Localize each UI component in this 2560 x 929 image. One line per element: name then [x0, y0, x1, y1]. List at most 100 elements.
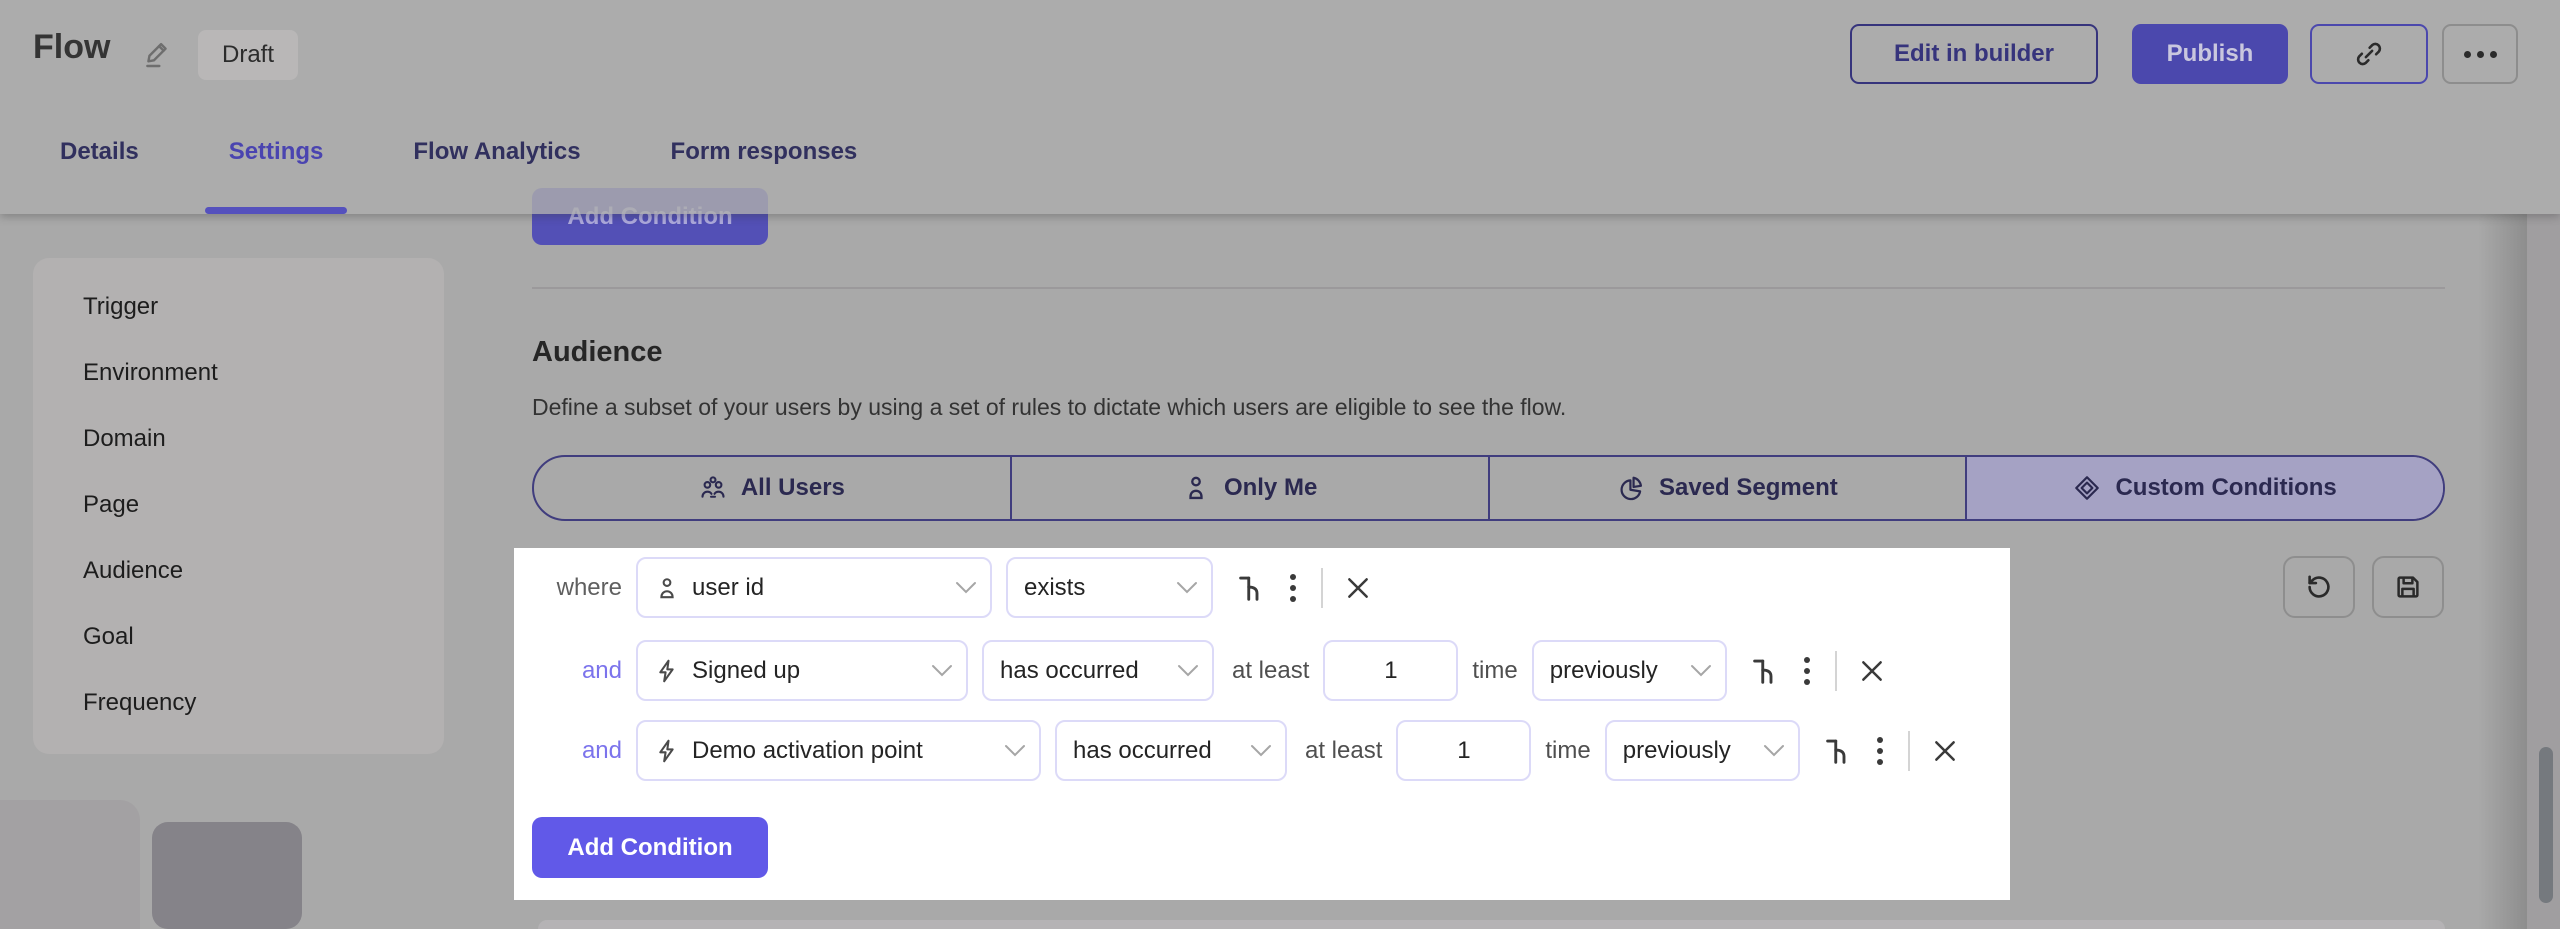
tab-details[interactable]: Details — [60, 128, 139, 214]
unit-label: time — [1472, 657, 1517, 685]
condition-prefix: where — [543, 574, 636, 602]
group-condition-icon[interactable] — [1235, 573, 1265, 603]
event-dropdown[interactable]: Demo activation point — [636, 720, 1041, 781]
timeframe-dropdown[interactable]: previously — [1605, 720, 1800, 781]
delete-condition-icon[interactable] — [1932, 738, 1958, 764]
publish-button[interactable]: Publish — [2132, 24, 2288, 84]
quantifier-label: at least — [1232, 657, 1309, 685]
operator-dropdown[interactable]: has occurred — [982, 640, 1214, 701]
segment-label: Custom Conditions — [2115, 474, 2336, 502]
dropdown-value: Signed up — [692, 657, 800, 685]
audience-heading: Audience — [532, 336, 663, 369]
edit-in-builder-button[interactable]: Edit in builder — [1850, 24, 2098, 84]
dropdown-value: has occurred — [1073, 737, 1212, 765]
row-tools — [1235, 568, 1371, 608]
sidebar-item-page[interactable]: Page — [33, 472, 444, 538]
segment-custom-conditions[interactable]: Custom Conditions — [1965, 457, 2443, 519]
app-window: Add Condition Trigger Environment Domain… — [0, 0, 2560, 929]
save-icon — [2393, 572, 2423, 602]
tools-divider — [1835, 651, 1837, 691]
chevron-down-icon — [1690, 664, 1712, 678]
page-header: Flow Draft Edit in builder Publish Detai… — [0, 0, 2560, 214]
chevron-down-icon — [1176, 581, 1198, 595]
segment-saved-segment[interactable]: Saved Segment — [1488, 457, 1966, 519]
edit-title-pencil-icon[interactable] — [142, 38, 174, 70]
segment-label: All Users — [741, 474, 845, 502]
sidebar-item-frequency[interactable]: Frequency — [33, 670, 444, 736]
status-badge: Draft — [198, 30, 298, 80]
group-condition-icon[interactable] — [1822, 736, 1852, 766]
tab-flow-analytics[interactable]: Flow Analytics — [413, 128, 580, 214]
nested-diamond-icon — [2073, 474, 2101, 502]
page-title: Flow — [33, 28, 110, 67]
chevron-down-icon — [955, 581, 977, 595]
chevron-down-icon — [931, 664, 953, 678]
dropdown-value: previously — [1623, 737, 1731, 765]
dropdown-value: user id — [692, 574, 764, 602]
ellipsis-icon — [2464, 51, 2471, 58]
tab-settings[interactable]: Settings — [229, 128, 324, 214]
condition-row: and Signed up has occurred at least time… — [543, 640, 1885, 701]
delete-condition-icon[interactable] — [1345, 575, 1371, 601]
settings-sidebar: Trigger Environment Domain Page Audience… — [33, 258, 444, 754]
group-condition-icon[interactable] — [1749, 656, 1779, 686]
dropdown-value: has occurred — [1000, 657, 1139, 685]
tools-divider — [1908, 731, 1910, 771]
chevron-down-icon — [1763, 744, 1785, 758]
condition-prefix: and — [543, 737, 636, 765]
lightning-icon — [654, 738, 680, 764]
sidebar-item-goal[interactable]: Goal — [33, 604, 444, 670]
delete-condition-icon[interactable] — [1859, 658, 1885, 684]
link-icon — [2354, 39, 2384, 69]
dropdown-value: exists — [1024, 574, 1085, 602]
row-menu-icon[interactable] — [1874, 737, 1886, 765]
users-icon — [699, 474, 727, 502]
content-edge-shadow — [2478, 214, 2527, 929]
lightning-icon — [654, 658, 680, 684]
section-divider — [532, 287, 2445, 289]
sidebar-item-trigger[interactable]: Trigger — [33, 274, 444, 340]
more-options-button[interactable] — [2442, 24, 2518, 84]
custom-conditions-panel: where user id exists — [514, 548, 2010, 900]
pie-chart-icon — [1617, 474, 1645, 502]
row-menu-icon[interactable] — [1801, 657, 1813, 685]
unit-label: time — [1545, 737, 1590, 765]
sidebar-item-environment[interactable]: Environment — [33, 340, 444, 406]
tools-divider — [1321, 568, 1323, 608]
timeframe-dropdown[interactable]: previously — [1532, 640, 1727, 701]
person-icon — [1182, 474, 1210, 502]
operator-dropdown[interactable]: exists — [1006, 557, 1213, 618]
tab-form-responses[interactable]: Form responses — [671, 128, 858, 214]
row-tools — [1822, 731, 1958, 771]
segment-all-users[interactable]: All Users — [534, 457, 1010, 519]
segment-label: Only Me — [1224, 474, 1317, 502]
scrollbar-thumb[interactable] — [2539, 747, 2553, 903]
condition-row: and Demo activation point has occurred a… — [543, 720, 1958, 781]
add-condition-button[interactable]: Add Condition — [532, 817, 768, 878]
property-dropdown[interactable]: user id — [636, 557, 992, 618]
chevron-down-icon — [1004, 744, 1026, 758]
page-tabs: Details Settings Flow Analytics Form res… — [60, 128, 857, 214]
revert-button[interactable] — [2283, 556, 2355, 618]
dropdown-value: previously — [1550, 657, 1658, 685]
audience-description: Define a subset of your users by using a… — [532, 394, 1566, 421]
condition-row: where user id exists — [543, 557, 1371, 618]
sidebar-item-audience[interactable]: Audience — [33, 538, 444, 604]
condition-prefix: and — [543, 657, 636, 685]
segment-only-me[interactable]: Only Me — [1010, 457, 1488, 519]
save-button[interactable] — [2372, 556, 2444, 618]
undo-icon — [2304, 572, 2334, 602]
dimmed-widget-tile — [152, 822, 302, 929]
event-dropdown[interactable]: Signed up — [636, 640, 968, 701]
dropdown-value: Demo activation point — [692, 737, 923, 765]
count-input[interactable] — [1396, 720, 1531, 781]
count-input[interactable] — [1323, 640, 1458, 701]
dimmed-widget-background — [0, 800, 140, 929]
next-section-card-edge — [538, 920, 2445, 929]
sidebar-item-domain[interactable]: Domain — [33, 406, 444, 472]
chevron-down-icon — [1250, 744, 1272, 758]
audience-type-segmented-control: All Users Only Me Saved Segment Custom C… — [532, 455, 2445, 521]
row-menu-icon[interactable] — [1287, 574, 1299, 602]
copy-link-button[interactable] — [2310, 24, 2428, 84]
operator-dropdown[interactable]: has occurred — [1055, 720, 1287, 781]
